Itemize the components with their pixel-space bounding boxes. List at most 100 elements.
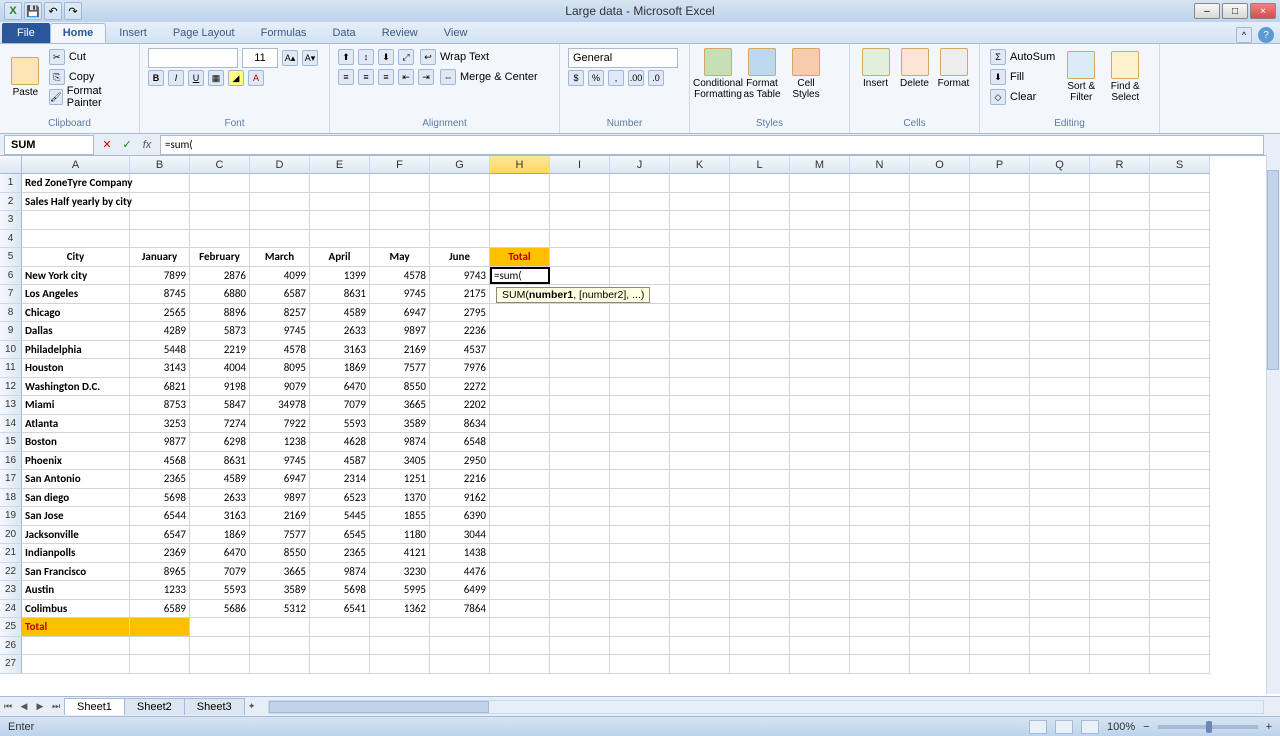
cell[interactable] bbox=[430, 174, 490, 193]
cell[interactable] bbox=[1030, 285, 1090, 304]
cell[interactable] bbox=[910, 174, 970, 193]
cell[interactable] bbox=[730, 193, 790, 212]
header-city[interactable]: City bbox=[22, 248, 130, 267]
cell[interactable] bbox=[670, 470, 730, 489]
header-february[interactable]: February bbox=[190, 248, 250, 267]
cell[interactable] bbox=[490, 618, 550, 637]
cell[interactable] bbox=[550, 581, 610, 600]
cell[interactable] bbox=[1150, 378, 1210, 397]
data-cell[interactable]: 5593 bbox=[190, 581, 250, 600]
cell[interactable] bbox=[790, 322, 850, 341]
cell[interactable] bbox=[1150, 544, 1210, 563]
cell[interactable] bbox=[610, 341, 670, 360]
cell[interactable] bbox=[490, 211, 550, 230]
header-may[interactable]: May bbox=[370, 248, 430, 267]
zoom-out-button[interactable]: − bbox=[1143, 721, 1149, 733]
col-header-C[interactable]: C bbox=[190, 156, 250, 174]
cell[interactable] bbox=[1090, 415, 1150, 434]
row-header-26[interactable]: 26 bbox=[0, 637, 22, 656]
cell[interactable] bbox=[910, 489, 970, 508]
cell[interactable] bbox=[850, 415, 910, 434]
cell[interactable] bbox=[1090, 285, 1150, 304]
cell[interactable] bbox=[310, 618, 370, 637]
cell[interactable] bbox=[850, 452, 910, 471]
data-cell[interactable]: 7922 bbox=[250, 415, 310, 434]
data-cell[interactable]: 5995 bbox=[370, 581, 430, 600]
cell[interactable] bbox=[670, 230, 730, 249]
cell[interactable] bbox=[910, 637, 970, 656]
cell[interactable] bbox=[970, 359, 1030, 378]
cell[interactable] bbox=[970, 378, 1030, 397]
cell[interactable] bbox=[250, 637, 310, 656]
cell[interactable] bbox=[430, 193, 490, 212]
cell[interactable] bbox=[910, 507, 970, 526]
orientation-icon[interactable]: ⤢ bbox=[398, 49, 414, 65]
cell[interactable] bbox=[1090, 433, 1150, 452]
city-12[interactable]: Washington D.C. bbox=[22, 378, 130, 397]
cell[interactable] bbox=[490, 304, 550, 323]
data-cell[interactable]: 3163 bbox=[310, 341, 370, 360]
data-cell[interactable]: 1233 bbox=[130, 581, 190, 600]
cell[interactable] bbox=[490, 637, 550, 656]
cell[interactable] bbox=[1030, 544, 1090, 563]
format-as-table-button[interactable]: Format as Table bbox=[742, 48, 782, 100]
cell[interactable] bbox=[490, 433, 550, 452]
align-right-icon[interactable]: ≡ bbox=[378, 69, 394, 85]
cell[interactable] bbox=[730, 452, 790, 471]
data-cell[interactable]: 9198 bbox=[190, 378, 250, 397]
data-cell[interactable]: 8965 bbox=[130, 563, 190, 582]
cell[interactable] bbox=[670, 415, 730, 434]
data-cell[interactable]: 6298 bbox=[190, 433, 250, 452]
tab-data[interactable]: Data bbox=[319, 23, 368, 43]
cell[interactable] bbox=[550, 489, 610, 508]
cell[interactable] bbox=[970, 489, 1030, 508]
cell[interactable] bbox=[550, 470, 610, 489]
cell[interactable] bbox=[130, 230, 190, 249]
normal-view-button[interactable] bbox=[1029, 720, 1047, 734]
cell[interactable] bbox=[670, 378, 730, 397]
tab-home[interactable]: Home bbox=[50, 23, 107, 43]
cell[interactable] bbox=[850, 526, 910, 545]
number-format-select[interactable]: General bbox=[568, 48, 678, 68]
data-cell[interactable]: 2219 bbox=[190, 341, 250, 360]
select-all-corner[interactable] bbox=[0, 156, 22, 174]
city-6[interactable]: New York city bbox=[22, 267, 130, 286]
cell[interactable] bbox=[790, 267, 850, 286]
cell[interactable] bbox=[1150, 396, 1210, 415]
cell[interactable] bbox=[1090, 544, 1150, 563]
cell[interactable] bbox=[850, 174, 910, 193]
cell[interactable] bbox=[970, 507, 1030, 526]
city-19[interactable]: San Jose bbox=[22, 507, 130, 526]
decrease-decimal-icon[interactable]: .0 bbox=[648, 70, 664, 86]
city-11[interactable]: Houston bbox=[22, 359, 130, 378]
data-cell[interactable]: 7079 bbox=[310, 396, 370, 415]
data-cell[interactable]: 6390 bbox=[430, 507, 490, 526]
row-header-19[interactable]: 19 bbox=[0, 507, 22, 526]
cell[interactable] bbox=[1030, 230, 1090, 249]
cell[interactable] bbox=[370, 655, 430, 674]
cell[interactable] bbox=[910, 359, 970, 378]
cell[interactable] bbox=[850, 248, 910, 267]
cell[interactable] bbox=[670, 526, 730, 545]
cell[interactable] bbox=[490, 174, 550, 193]
cell[interactable] bbox=[970, 470, 1030, 489]
vertical-scrollbar[interactable] bbox=[1266, 154, 1280, 694]
cell[interactable] bbox=[790, 230, 850, 249]
cell[interactable] bbox=[730, 304, 790, 323]
cell[interactable] bbox=[730, 563, 790, 582]
cell[interactable] bbox=[550, 618, 610, 637]
excel-icon[interactable]: X bbox=[4, 2, 22, 20]
fill-color-icon[interactable]: ◢ bbox=[228, 70, 244, 86]
city-9[interactable]: Dallas bbox=[22, 322, 130, 341]
cell[interactable] bbox=[310, 211, 370, 230]
cell[interactable] bbox=[610, 230, 670, 249]
cell[interactable] bbox=[850, 544, 910, 563]
cell[interactable] bbox=[970, 248, 1030, 267]
row-header-12[interactable]: 12 bbox=[0, 378, 22, 397]
data-cell[interactable]: 5698 bbox=[310, 581, 370, 600]
data-cell[interactable]: 2365 bbox=[130, 470, 190, 489]
data-cell[interactable]: 5445 bbox=[310, 507, 370, 526]
header-january[interactable]: January bbox=[130, 248, 190, 267]
redo-icon[interactable]: ↷ bbox=[64, 2, 82, 20]
data-cell[interactable]: 5847 bbox=[190, 396, 250, 415]
